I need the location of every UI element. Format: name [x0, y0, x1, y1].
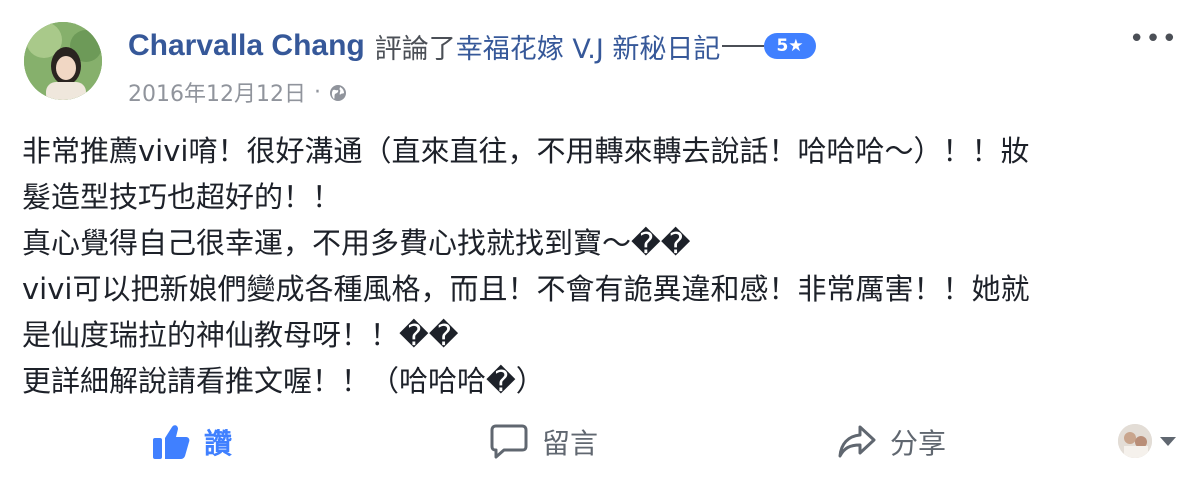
post-line: 更詳細解說請看推文喔！！（哈哈哈�）	[22, 364, 545, 398]
share-button[interactable]: 分享	[838, 422, 946, 462]
user-avatar	[1118, 424, 1152, 458]
more-icon[interactable]: •••	[1129, 24, 1178, 54]
post-date[interactable]: 2016年12月12日	[128, 76, 306, 108]
post-meta: 2016年12月12日 ·	[128, 76, 347, 108]
author-avatar[interactable]	[24, 22, 102, 100]
action-bar: 讚 留言 分享	[0, 414, 1200, 474]
globe-icon[interactable]	[329, 83, 347, 101]
comment-icon	[490, 424, 528, 459]
author-name[interactable]: Charvalla Chang	[128, 29, 365, 63]
page-link[interactable]: 幸福花嫁 V.J 新秘日記	[456, 27, 721, 66]
post-line: 髮造型技巧也超好的！！	[22, 180, 342, 214]
post-line: vivi可以把新娘們變成各種風格，而且！不會有詭異違和感！非常厲害！！她就	[22, 272, 1030, 306]
chevron-down-icon	[1160, 436, 1176, 446]
post-line: 是仙度瑞拉的神仙教母呀！！��	[22, 318, 459, 352]
like-button[interactable]: 讚	[152, 422, 232, 462]
share-icon	[838, 425, 876, 458]
post-header: Charvalla Chang 評論了 幸福花嫁 V.J 新秘日記 5★	[128, 26, 816, 66]
like-icon	[153, 425, 190, 459]
like-label: 讚	[204, 427, 233, 460]
comment-button[interactable]: 留言	[490, 422, 598, 462]
post-body: 非常推薦vivi唷！很好溝通（直來直往，不用轉來轉去說話！哈哈哈～）！！妝 髮造…	[22, 128, 1182, 404]
rating-connector	[722, 45, 765, 47]
post-line: 真心覺得自己很幸運，不用多費心找就找到寶～��	[22, 226, 691, 260]
action-text: 評論了	[374, 33, 456, 65]
post-line: 非常推薦vivi唷！很好溝通（直來直往，不用轉來轉去說話！哈哈哈～）！！妝	[22, 134, 1030, 168]
rating-badge[interactable]: 5★	[764, 33, 816, 59]
meta-separator: ·	[313, 79, 321, 105]
post-as-selector[interactable]	[1118, 424, 1176, 458]
share-label: 分享	[890, 427, 947, 460]
comment-label: 留言	[542, 427, 599, 460]
